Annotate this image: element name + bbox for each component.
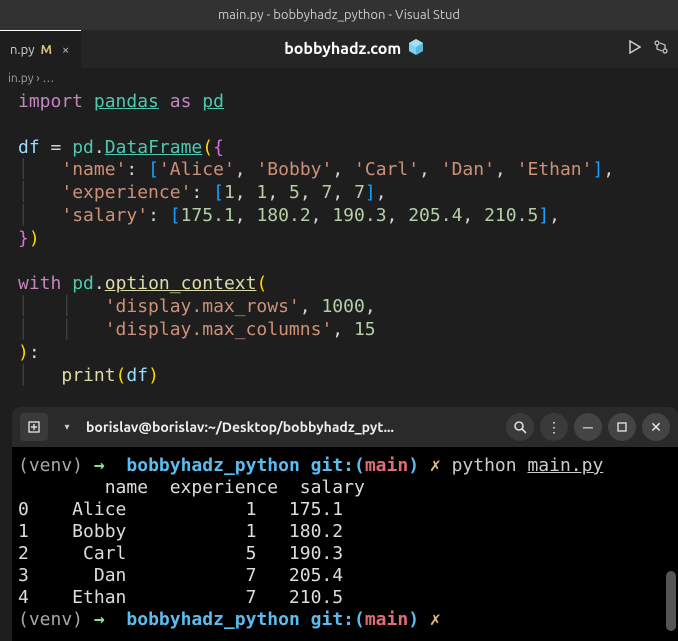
table-header: name experience salary [18, 477, 365, 498]
scrollbar[interactable] [666, 571, 676, 631]
close-terminal-icon[interactable]: ✕ [642, 413, 670, 441]
table-row: 3 Dan 7 205.4 [18, 565, 343, 586]
minimize-icon[interactable]: ─ [574, 413, 602, 441]
table-row: 4 Ethan 7 210.5 [18, 587, 343, 608]
tab-bar: n.py M × bobbyhadz.com [0, 30, 678, 68]
cube-icon [407, 38, 425, 60]
new-tab-icon[interactable] [20, 413, 48, 441]
window-title: main.py - bobbyhadz_python - Visual Stud [218, 8, 460, 22]
table-row: 2 Carl 5 190.3 [18, 543, 343, 564]
editor-toolbar-right [628, 40, 678, 58]
tabs: n.py M × [0, 30, 81, 68]
search-icon[interactable] [506, 413, 534, 441]
window-title-bar: main.py - bobbyhadz_python - Visual Stud [0, 0, 678, 30]
breadcrumb[interactable]: in.py › … [0, 68, 678, 89]
run-icon[interactable] [628, 40, 642, 58]
tab-modified-indicator: M [40, 43, 52, 57]
terminal-header: ▾ borislav@borislav:~/Desktop/bobbyhadz_… [12, 407, 678, 447]
terminal-output[interactable]: (venv) → bobbyhadz_python git:(main) ✗ p… [12, 447, 678, 641]
maximize-icon[interactable] [608, 413, 636, 441]
terminal-title: borislav@borislav:~/Desktop/bobbyhadz_py… [86, 419, 498, 435]
tab-main-py[interactable]: n.py M × [0, 30, 81, 68]
breadcrumb-file: in.py [8, 72, 34, 85]
git-compare-icon[interactable] [654, 40, 668, 58]
table-row: 1 Bobby 1 180.2 [18, 521, 343, 542]
tab-label: n.py [10, 43, 34, 57]
code-editor[interactable]: import pandas as pd df = pd.DataFrame({ … [0, 89, 678, 387]
site-label: bobbyhadz.com [284, 38, 425, 60]
terminal-panel: ▾ borislav@borislav:~/Desktop/bobbyhadz_… [12, 407, 678, 641]
dropdown-icon[interactable]: ▾ [56, 413, 78, 441]
menu-icon[interactable]: ⋮ [540, 413, 568, 441]
table-row: 0 Alice 1 175.1 [18, 499, 343, 520]
close-icon[interactable]: × [58, 43, 73, 57]
